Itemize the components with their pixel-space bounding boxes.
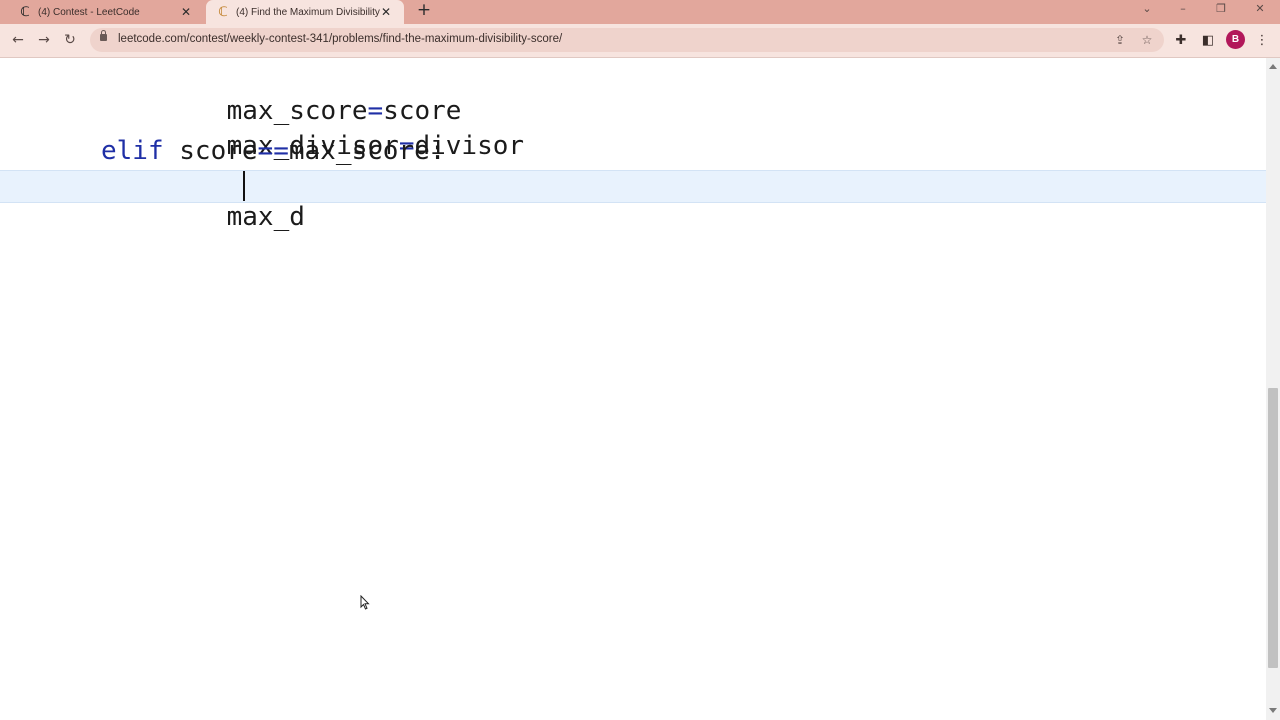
code-line-3[interactable]: elif score==max_score: [101,136,445,166]
reload-icon[interactable]: ↻ [60,30,80,50]
back-icon[interactable]: ← [8,30,28,50]
new-tab-button[interactable]: + [414,0,434,20]
scroll-thumb[interactable] [1268,388,1278,668]
text-caret [243,171,245,201]
minimize-icon[interactable]: – [1172,0,1194,16]
tab-title: (4) Find the Maximum Divisibility [236,6,380,18]
extensions-icon[interactable]: ✚ [1171,30,1191,50]
side-panel-icon[interactable]: ◧ [1198,30,1218,50]
code-text: max_d [226,202,305,232]
close-tab-icon[interactable]: ✕ [178,4,194,20]
close-window-icon[interactable]: ✕ [1249,0,1271,16]
address-bar[interactable]: leetcode.com/contest/weekly-contest-341/… [90,28,1164,52]
scroll-down-icon[interactable] [1269,708,1277,713]
forward-icon[interactable]: → [34,30,54,50]
code-text: score==max_score: [163,136,446,166]
share-icon[interactable]: ⇪ [1110,30,1130,50]
keyword: elif [101,136,164,166]
tab-contest[interactable]: ℂ (4) Contest - LeetCode ✕ [8,0,204,24]
browser-toolbar: ← → ↻ leetcode.com/contest/weekly-contes… [0,24,1280,58]
lock-icon[interactable] [100,30,107,41]
bookmark-star-icon[interactable]: ☆ [1137,30,1157,50]
tab-title: (4) Contest - LeetCode [38,6,140,18]
restore-icon[interactable]: ❐ [1210,0,1232,16]
avatar[interactable]: B [1226,30,1245,49]
code-editor[interactable]: max_score=score max_divisor=divisor elif… [0,58,1266,720]
url-text[interactable]: leetcode.com/contest/weekly-contest-341/… [118,33,562,45]
menu-icon[interactable]: ⋮ [1252,30,1272,50]
leetcode-icon: ℂ [218,4,228,20]
code-line-4[interactable]: max_d [164,172,305,262]
tab-search-icon[interactable]: ⌄ [1136,0,1158,16]
close-tab-icon[interactable]: ✕ [378,4,394,20]
leetcode-icon: ℂ [20,4,30,20]
tab-strip: ℂ (4) Contest - LeetCode ✕ ℂ (4) Find th… [0,0,1280,24]
vertical-scrollbar[interactable] [1266,58,1280,720]
scroll-up-icon[interactable] [1269,64,1277,69]
tab-find-max-divisibility[interactable]: ℂ (4) Find the Maximum Divisibility ✕ [206,0,404,24]
mouse-pointer-icon [360,595,370,610]
